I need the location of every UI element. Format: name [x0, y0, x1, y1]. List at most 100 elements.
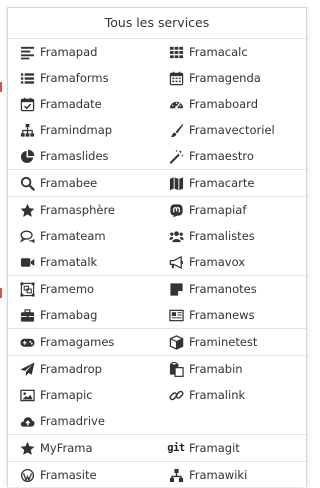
- service-link-framanews[interactable]: Framanews: [157, 302, 306, 328]
- service-link-framadrive[interactable]: Framadrive: [8, 408, 157, 434]
- service-label: Framabee: [40, 176, 98, 190]
- service-label: Framaestro: [189, 149, 254, 163]
- service-link-framawiki[interactable]: Framawiki: [157, 462, 306, 488]
- services-dropdown-menu: Tous les services Framapad Framacalc Frama…: [7, 7, 307, 487]
- table-icon: [168, 44, 184, 60]
- service-link-framagit[interactable]: git Framagit: [157, 435, 306, 461]
- services-row: Framasite Framawiki: [8, 462, 306, 488]
- group-icon: [168, 228, 184, 244]
- services-row: Framadate Framaboard: [8, 91, 306, 117]
- service-label: Framadrop: [40, 362, 102, 376]
- services-row: Framateam Framalistes: [8, 223, 306, 249]
- service-link-framagames[interactable]: Framagames: [8, 329, 157, 355]
- search-icon: [19, 175, 35, 191]
- services-row: Framagames Framinetest: [8, 329, 306, 355]
- service-link-framabee[interactable]: Framabee: [8, 170, 157, 196]
- service-link-framindmap[interactable]: Framindmap: [8, 117, 157, 143]
- services-row: Framadrive: [8, 408, 306, 434]
- service-label: Framateam: [40, 229, 106, 243]
- comments-icon: [19, 228, 35, 244]
- service-link-myframa[interactable]: MyFrama: [8, 435, 157, 461]
- service-label: Framawiki: [189, 468, 248, 482]
- service-link-framinetest[interactable]: Framinetest: [157, 329, 306, 355]
- service-link-framasphere[interactable]: Framasphère: [8, 197, 157, 223]
- service-link-framacarte[interactable]: Framacarte: [157, 170, 306, 196]
- service-label: Framalistes: [189, 229, 255, 243]
- align-left-icon: [19, 44, 35, 60]
- service-link-framasite[interactable]: Framasite: [8, 462, 157, 488]
- service-link-framalink[interactable]: Framalink: [157, 382, 306, 408]
- star-icon: [19, 202, 35, 218]
- service-label: Framagames: [40, 335, 115, 349]
- services-row: Framasphère Framapiaf: [8, 197, 306, 223]
- service-label: Framanews: [189, 308, 255, 322]
- service-link-framaestro[interactable]: Framaestro: [157, 143, 306, 169]
- services-section: Framasite Framawiki: [8, 462, 306, 488]
- git-icon: git: [167, 442, 185, 454]
- service-label: Framabin: [189, 362, 243, 376]
- calendar-check-icon: [19, 96, 35, 112]
- wordpress-icon: [19, 467, 35, 483]
- service-link-framavox[interactable]: Framavox: [157, 249, 306, 275]
- service-link-framaboard[interactable]: Framaboard: [157, 91, 306, 117]
- map-icon: [168, 175, 184, 191]
- service-link-framaforms[interactable]: Framaforms: [8, 65, 157, 91]
- picture-icon: [19, 387, 35, 403]
- services-row: Framadrop Framabin: [8, 356, 306, 382]
- dashboard-icon: [168, 96, 184, 112]
- service-link-framacalc[interactable]: Framacalc: [157, 39, 306, 65]
- service-link-framatalk[interactable]: Framatalk: [8, 249, 157, 275]
- service-label: Framinetest: [189, 335, 258, 349]
- service-link-framemo[interactable]: Framemo: [8, 276, 157, 302]
- paper-plane-icon: [19, 361, 35, 377]
- service-label: Framavox: [189, 255, 246, 269]
- page-edge-marker: [0, 82, 2, 92]
- paint-brush-icon: [168, 122, 184, 138]
- calendar-icon: [168, 70, 184, 86]
- service-link-framadrop[interactable]: Framadrop: [8, 356, 157, 382]
- services-section: Framasphère Framapiaf Framateam Framalistes…: [8, 197, 306, 276]
- paste-icon: [168, 361, 184, 377]
- service-link-framadate[interactable]: Framadate: [8, 91, 157, 117]
- service-label: Framaslides: [40, 149, 109, 163]
- services-row: Framaslides Framaestro: [8, 143, 306, 169]
- empty-cell: [157, 408, 306, 434]
- service-label: Framalink: [189, 388, 246, 402]
- service-label: Framaboard: [189, 97, 259, 111]
- service-link-framavectoriel[interactable]: Framavectoriel: [157, 117, 306, 143]
- services-section: Framabee Framacarte: [8, 170, 306, 197]
- service-label: Framacalc: [189, 45, 248, 59]
- service-label: Framavectoriel: [189, 123, 275, 137]
- service-link-framapad[interactable]: Framapad: [8, 39, 157, 65]
- service-label: Framapic: [40, 388, 93, 402]
- service-link-framateam[interactable]: Framateam: [8, 223, 157, 249]
- service-label: Framapad: [40, 45, 98, 59]
- services-section: Framemo Framanotes Framabag Framanews: [8, 276, 306, 329]
- services-section: Framadrop Framabin Framapic Framalink Framad…: [8, 356, 306, 435]
- mastodon-icon: [168, 202, 184, 218]
- briefcase-icon: [19, 307, 35, 323]
- service-label: Framagenda: [189, 71, 261, 85]
- sticky-note-icon: [168, 281, 184, 297]
- service-link-framanotes[interactable]: Framanotes: [157, 276, 306, 302]
- services-row: Framemo Framanotes: [8, 276, 306, 302]
- services-row: MyFrama git Framagit: [8, 435, 306, 461]
- service-link-framapiaf[interactable]: Framapiaf: [157, 197, 306, 223]
- service-link-framabin[interactable]: Framabin: [157, 356, 306, 382]
- cloud-upload-icon: [19, 413, 35, 429]
- service-label: Framasphère: [40, 203, 116, 217]
- services-row: Framapad Framacalc: [8, 39, 306, 65]
- list-icon: [19, 70, 35, 86]
- service-label: Framagit: [189, 441, 240, 455]
- service-link-framapic[interactable]: Framapic: [8, 382, 157, 408]
- service-link-framaslides[interactable]: Framaslides: [8, 143, 157, 169]
- services-section: Framagames Framinetest: [8, 329, 306, 356]
- service-link-framagenda[interactable]: Framagenda: [157, 65, 306, 91]
- services-row: Framatalk Framavox: [8, 249, 306, 275]
- service-label: Framadate: [40, 97, 102, 111]
- service-link-framalistes[interactable]: Framalistes: [157, 223, 306, 249]
- service-link-framabag[interactable]: Framabag: [8, 302, 157, 328]
- services-row: Framapic Framalink: [8, 382, 306, 408]
- services-row: Framabag Framanews: [8, 302, 306, 328]
- service-label: Framacarte: [189, 176, 255, 190]
